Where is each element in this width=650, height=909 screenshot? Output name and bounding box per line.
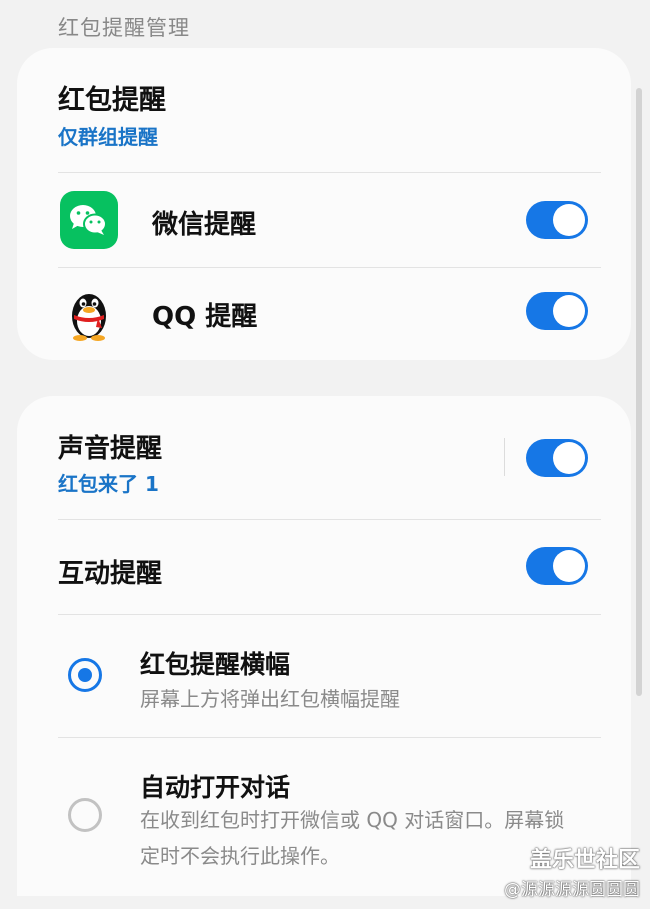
sound-reminder-subtitle: 红包来了 1 <box>58 472 159 496</box>
interaction-reminder-toggle[interactable] <box>526 547 588 585</box>
auto-open-option-description-line1: 在收到红包时打开微信或 QQ 对话窗口。屏幕锁 <box>140 808 565 832</box>
wechat-icon <box>60 191 118 249</box>
vertical-separator <box>504 438 505 476</box>
qq-penguin-icon <box>60 285 118 343</box>
auto-open-option-radio[interactable] <box>68 798 102 832</box>
banner-option-radio[interactable] <box>68 658 102 692</box>
red-packet-reminder-subtitle: 仅群组提醒 <box>58 125 158 149</box>
qq-reminder-toggle[interactable] <box>526 292 588 330</box>
red-packet-reminder-card: 红包提醒 仅群组提醒 微信提醒 QQ 提醒 <box>17 48 631 360</box>
qq-reminder-row[interactable]: QQ 提醒 <box>17 268 631 360</box>
red-packet-reminder-title: 红包提醒 <box>58 85 166 116</box>
sound-reminder-title: 声音提醒 <box>58 434 163 464</box>
wechat-reminder-label: 微信提醒 <box>152 210 257 240</box>
sound-reminder-row[interactable]: 声音提醒 红包来了 1 <box>17 396 631 519</box>
scrollbar[interactable] <box>636 88 642 696</box>
auto-open-option-title: 自动打开对话 <box>140 773 291 802</box>
interaction-reminder-title: 互动提醒 <box>58 559 163 589</box>
red-packet-reminder-row[interactable]: 红包提醒 仅群组提醒 <box>17 48 631 172</box>
wechat-reminder-row[interactable]: 微信提醒 <box>17 173 631 267</box>
auto-open-option-description-line2: 定时不会执行此操作。 <box>140 844 340 868</box>
banner-option-title: 红包提醒横幅 <box>140 650 291 679</box>
wechat-reminder-toggle[interactable] <box>526 201 588 239</box>
qq-reminder-label: QQ 提醒 <box>152 302 258 332</box>
sound-reminder-toggle[interactable] <box>526 439 588 477</box>
watermark-brand: 盖乐世社区 <box>529 848 640 873</box>
reminder-settings-card: 声音提醒 红包来了 1 互动提醒 红包提醒横幅 屏幕上方将弹出红包横幅提醒 自动… <box>17 396 631 896</box>
interaction-reminder-row[interactable]: 互动提醒 <box>17 520 631 614</box>
banner-option-row[interactable]: 红包提醒横幅 屏幕上方将弹出红包横幅提醒 <box>17 615 631 737</box>
watermark-user: @源源源源圆圆圆 <box>504 880 640 900</box>
banner-option-description: 屏幕上方将弹出红包横幅提醒 <box>140 687 400 711</box>
section-title: 红包提醒管理 <box>58 16 190 40</box>
